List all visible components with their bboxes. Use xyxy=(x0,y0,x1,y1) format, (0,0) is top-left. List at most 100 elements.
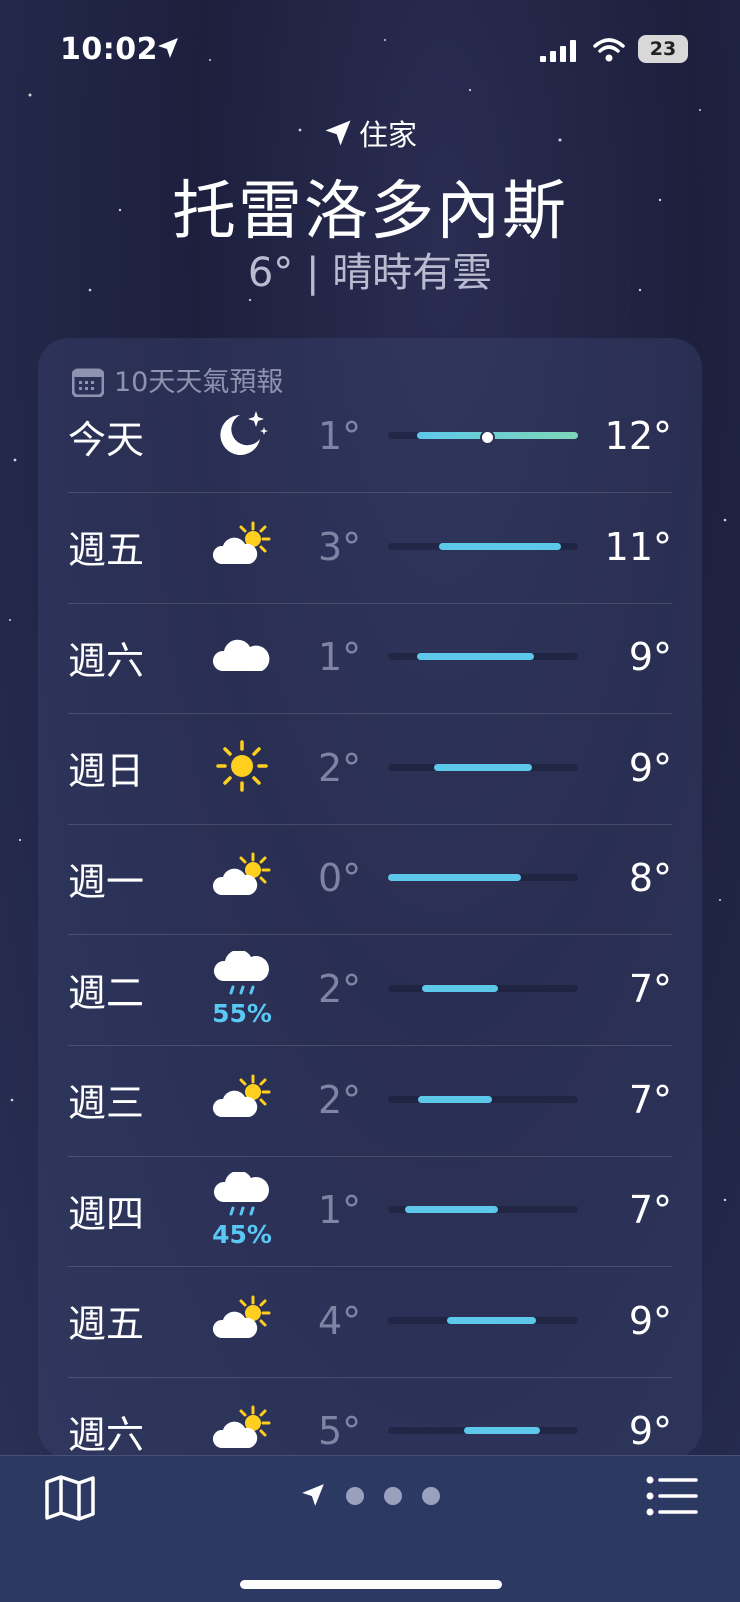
temperature-range-bar xyxy=(388,653,578,661)
low-temperature: 0° xyxy=(318,856,362,901)
temperature-range-fill xyxy=(418,1095,493,1103)
cloud-icon xyxy=(212,635,272,679)
low-temperature: 1° xyxy=(318,1188,362,1233)
cellular-signal-icon xyxy=(540,40,578,66)
forecast-row[interactable]: 週四 45% 1° 7° xyxy=(68,1154,672,1268)
low-temperature: 2° xyxy=(318,967,362,1011)
weather-icon-cell xyxy=(202,1265,282,1377)
status-bar: 10:02 23 xyxy=(0,28,740,72)
forecast-day: 週六 xyxy=(68,638,145,683)
partly-sunny-icon xyxy=(209,851,275,905)
temperature-range-bar xyxy=(388,430,578,445)
temperature-range-bar xyxy=(388,1206,578,1214)
high-temperature: 12° xyxy=(604,414,672,458)
high-temperature: 9° xyxy=(628,745,672,790)
forecast-day: 週二 xyxy=(68,970,145,1015)
partly-sunny-icon xyxy=(209,1294,275,1348)
city-name: 托雷洛多內斯 xyxy=(172,175,568,249)
forecast-row[interactable]: 週三 2° 7° xyxy=(68,1044,672,1157)
temperature-range-fill xyxy=(439,542,561,550)
forecast-day: 週一 xyxy=(68,859,145,904)
weather-icon-cell xyxy=(202,1375,282,1458)
forecast-day: 週五 xyxy=(68,528,145,573)
moon-stars-icon xyxy=(214,409,270,463)
low-temperature: 2° xyxy=(318,745,362,790)
low-temperature: 5° xyxy=(318,1409,362,1454)
forecast-row[interactable]: 週二 55% 2° 7° xyxy=(68,933,672,1046)
bottom-toolbar xyxy=(0,1455,740,1602)
temperature-range-bar xyxy=(388,1427,578,1435)
location-arrow-icon xyxy=(325,120,351,146)
partly-sunny-icon xyxy=(209,1404,275,1458)
temperature-range-fill xyxy=(388,874,521,882)
list-icon[interactable] xyxy=(646,1476,698,1520)
temperature-range-fill xyxy=(464,1427,540,1435)
temperature-range-fill xyxy=(405,1206,499,1214)
forecast-row[interactable]: 週六 1° 9° xyxy=(68,601,672,715)
low-temperature: 1° xyxy=(318,414,362,458)
summary-divider: | xyxy=(305,250,333,296)
temperature-range-fill xyxy=(416,432,578,439)
temperature-range-fill xyxy=(446,1316,537,1324)
location-arrow-icon xyxy=(156,36,180,64)
moon-decoration xyxy=(548,266,630,338)
forecast-row[interactable]: 週一 0° 8° xyxy=(68,822,672,936)
location-name: 住家 xyxy=(358,118,417,152)
weather-icon-cell xyxy=(202,601,282,713)
high-temperature: 11° xyxy=(604,524,672,569)
high-temperature: 7° xyxy=(628,1188,672,1233)
status-time: 10:02 xyxy=(60,32,158,67)
high-temperature: 7° xyxy=(628,967,672,1011)
temperature-range-bar xyxy=(388,763,578,771)
low-temperature: 1° xyxy=(318,635,362,680)
partly-sunny-icon xyxy=(209,520,275,574)
weather-icon-cell xyxy=(202,1044,282,1156)
forecast-day: 週日 xyxy=(68,749,145,794)
location-label: 住家 xyxy=(0,112,740,154)
high-temperature: 7° xyxy=(628,1077,672,1122)
temperature-range-bar xyxy=(388,985,578,992)
low-temperature: 4° xyxy=(318,1298,362,1343)
forecast-day: 週三 xyxy=(68,1081,145,1126)
high-temperature: 9° xyxy=(628,1298,672,1343)
temperature-range-bar xyxy=(388,1316,578,1324)
weather-icon-cell xyxy=(202,380,282,492)
weather-icon-cell xyxy=(202,822,282,934)
temperature-range-fill xyxy=(416,653,535,661)
forecast-day: 週四 xyxy=(68,1191,145,1236)
weather-icon-cell: 55% xyxy=(202,933,282,1045)
forecast-row[interactable]: 週五 3° 11° xyxy=(68,491,672,604)
weather-icon-cell: 45% xyxy=(202,1154,282,1266)
forecast-row[interactable]: 今天 1° 12° xyxy=(68,380,672,493)
map-icon[interactable] xyxy=(44,1474,96,1526)
temperature-range-bar xyxy=(388,1095,578,1103)
forecast-day: 今天 xyxy=(68,417,145,462)
weather-icon-cell xyxy=(202,712,282,824)
ten-day-forecast-card[interactable]: 10天天氣預報 今天 1° 12° 週五 3° 11° 週六 1° 9° 週日 2° 9° 週一 0° 8°… xyxy=(38,338,702,1458)
temperature-range-fill xyxy=(422,985,499,992)
temperature-range-bar xyxy=(388,542,578,550)
page-dot-3[interactable] xyxy=(422,1487,440,1505)
current-temperature: 6° xyxy=(247,250,294,296)
high-temperature: 8° xyxy=(628,856,672,901)
current-temperature-dot xyxy=(479,430,495,445)
forecast-row[interactable]: 週六 5° 9° xyxy=(68,1375,672,1458)
page-dot-2[interactable] xyxy=(384,1487,402,1505)
battery-indicator: 23 xyxy=(638,35,688,63)
current-location-page-icon[interactable] xyxy=(300,1482,326,1512)
temperature-range-fill xyxy=(433,763,533,771)
weather-icon-cell xyxy=(202,491,282,603)
low-temperature: 2° xyxy=(318,1077,362,1122)
rain-icon xyxy=(213,1170,271,1222)
forecast-day: 週六 xyxy=(68,1412,145,1457)
low-temperature: 3° xyxy=(318,524,362,569)
forecast-day: 週五 xyxy=(68,1302,145,1347)
page-dot-1[interactable] xyxy=(346,1487,364,1505)
partly-sunny-icon xyxy=(209,1073,275,1127)
high-temperature: 9° xyxy=(628,635,672,680)
sun-icon xyxy=(215,739,269,797)
current-condition: 晴時有雲 xyxy=(332,250,493,296)
forecast-row[interactable]: 週五 4° 9° xyxy=(68,1265,672,1378)
forecast-row[interactable]: 週日 2° 9° xyxy=(68,712,672,825)
wifi-icon xyxy=(593,37,625,67)
